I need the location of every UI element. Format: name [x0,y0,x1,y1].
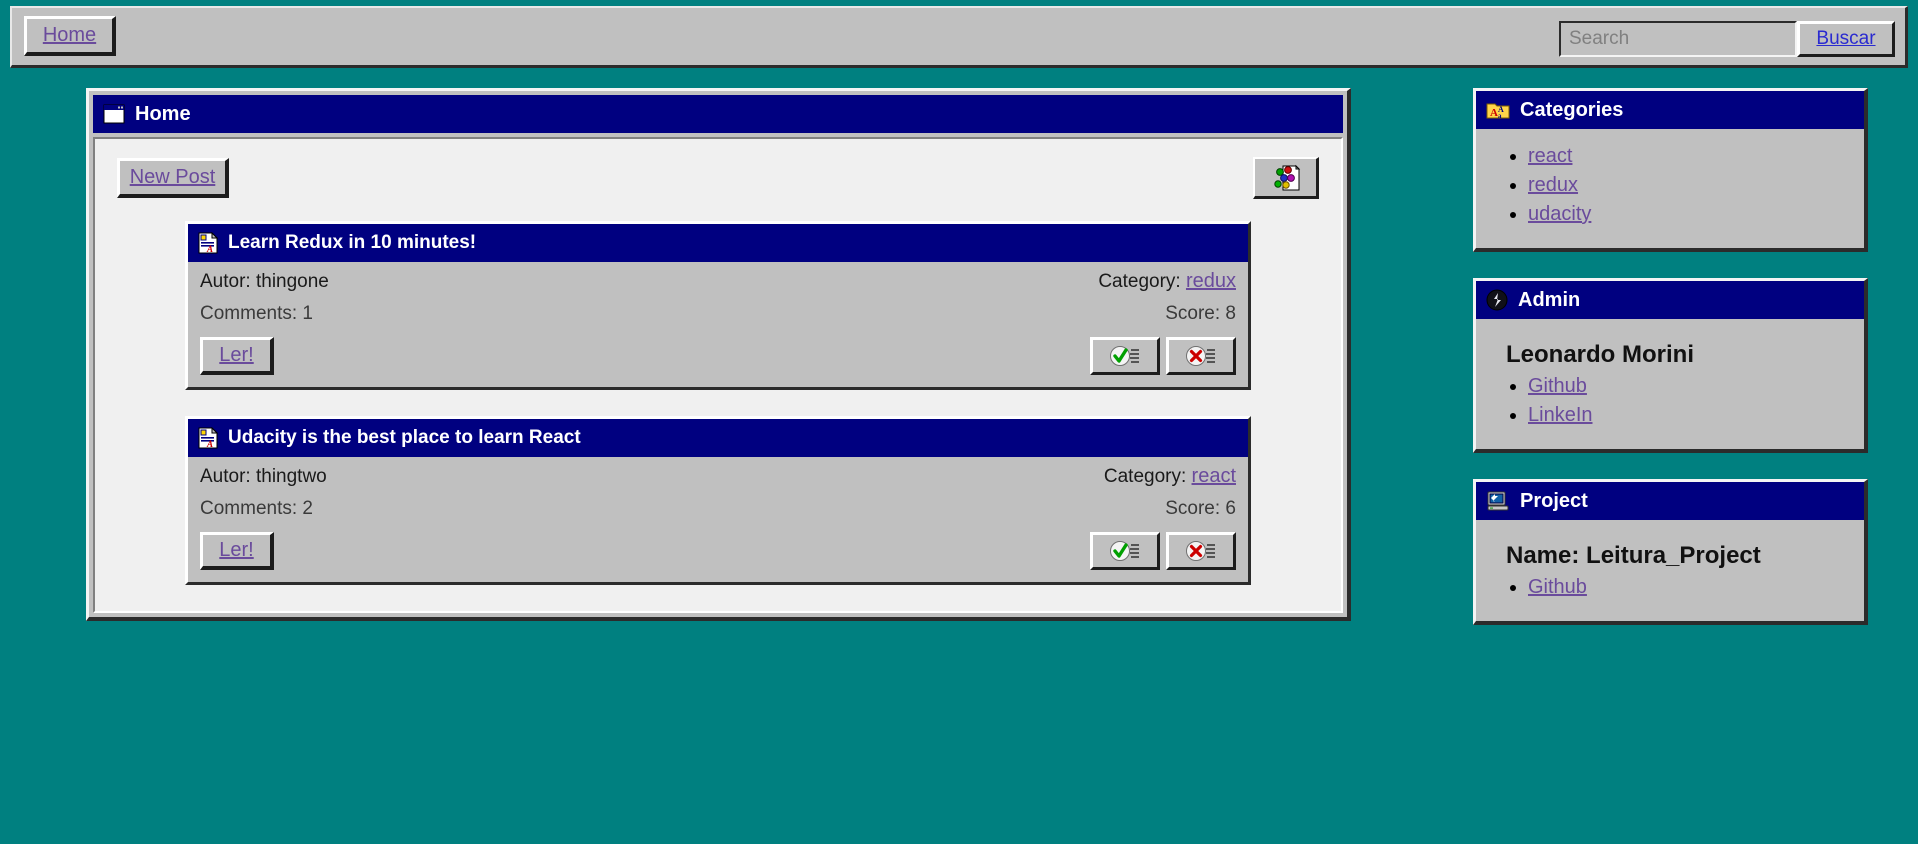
search-input[interactable] [1559,21,1797,57]
new-post-button[interactable]: New Post [117,158,229,198]
categories-panel-body: react redux udacity [1476,129,1864,248]
main-content-area: New Post A Learn Redux in 10 minutes! Au… [93,137,1343,613]
home-button[interactable]: Home [24,16,116,56]
admin-panel-titlebar: Admin [1476,281,1864,319]
post-category-link[interactable]: redux [1186,270,1236,292]
upvote-button[interactable] [1090,337,1160,375]
category-link-react[interactable]: react [1528,145,1572,167]
project-panel-titlebar: Project [1476,482,1864,520]
list-item: Github [1528,375,1858,398]
main-window-title: Home [135,102,191,125]
categories-panel-title: Categories [1520,98,1624,121]
main-window-titlebar: Home [93,95,1343,133]
document-icon: A [198,232,218,254]
downvote-button[interactable] [1166,337,1236,375]
list-item: LinkeIn [1528,404,1858,427]
svg-text:a: a [1498,112,1502,120]
admin-link-github[interactable]: Github [1528,375,1587,397]
check-icon [1108,540,1142,562]
post-card: A Udacity is the best place to learn Rea… [185,416,1251,585]
folder-abc-icon: A A a [1486,100,1510,120]
search-area: Buscar [1559,21,1895,57]
read-post-label: Ler! [219,539,254,561]
upvote-button[interactable] [1090,532,1160,570]
post-meta-row: Autor: thingone Category: redux [200,270,1236,293]
new-post-label: New Post [129,166,216,188]
computer-icon [1486,490,1510,512]
post-card: A Learn Redux in 10 minutes! Autor: thin… [185,221,1251,390]
list-item: redux [1528,174,1858,197]
home-button-label: Home [42,24,97,46]
vote-group [1090,337,1236,375]
categories-panel-titlebar: A A a Categories [1476,91,1864,129]
sort-posts-button[interactable] [1253,157,1319,199]
post-meta-row: Autor: thingtwo Category: react [200,465,1236,488]
cross-icon [1184,540,1218,562]
post-body: Autor: thingone Category: redux Comments… [188,262,1248,387]
read-post-button[interactable]: Ler! [200,337,274,375]
post-toolbar: New Post [117,157,1319,199]
check-icon [1108,345,1142,367]
post-stats-row: Comments: 2 Score: 6 [200,498,1236,520]
post-comments: Comments: 2 [200,498,313,519]
post-category-label: Category: [1098,271,1181,292]
vote-group [1090,532,1236,570]
post-title-text: Udacity is the best place to learn React [228,427,581,448]
post-stats-row: Comments: 1 Score: 8 [200,303,1236,325]
downvote-button[interactable] [1166,532,1236,570]
post-titlebar: A Learn Redux in 10 minutes! [188,224,1248,262]
post-comments: Comments: 1 [200,303,313,324]
category-link-redux[interactable]: redux [1528,174,1578,196]
post-author: Autor: thingone [200,270,329,292]
admin-name: Leonardo Morini [1506,341,1694,368]
post-title-text: Learn Redux in 10 minutes! [228,232,477,253]
post-author: Autor: thingtwo [200,465,327,487]
category-link-udacity[interactable]: udacity [1528,203,1591,225]
list-item: react [1528,145,1858,168]
read-post-label: Ler! [219,344,254,366]
project-link-github[interactable]: Github [1528,576,1587,598]
project-links-list: Github [1482,576,1858,599]
top-toolbar: Home Buscar [10,6,1908,68]
admin-panel: Admin Leonardo Morini Github LinkeIn [1473,278,1868,453]
svg-text:A: A [206,244,213,254]
window-icon [103,104,125,124]
post-score: Score: 6 [1165,498,1236,519]
project-panel-title: Project [1520,489,1588,512]
categories-panel: A A a Categories react redux udacity [1473,88,1868,252]
user-icon [1486,289,1508,311]
post-actions: Ler! [200,337,1236,375]
cross-icon [1184,345,1218,367]
post-category-label: Category: [1103,466,1187,487]
admin-panel-title: Admin [1518,288,1581,311]
project-name: Name: Leitura_Project [1506,542,1761,569]
post-titlebar: A Udacity is the best place to learn Rea… [188,419,1248,457]
post-score: Score: 8 [1165,303,1236,324]
admin-links-list: Github LinkeIn [1482,375,1858,427]
svg-text:A: A [1490,107,1498,119]
sidebar: A A a Categories react redux udacity [1473,88,1868,651]
list-item: Github [1528,576,1858,599]
post-actions: Ler! [200,532,1236,570]
project-panel-body: Name: Leitura_Project Github [1476,520,1864,621]
search-button-label: Buscar [1816,28,1876,49]
post-category-wrap: Category: react [1104,465,1236,488]
read-post-button[interactable]: Ler! [200,532,274,570]
post-category-wrap: Category: redux [1098,270,1236,293]
search-button[interactable]: Buscar [1797,21,1895,57]
post-body: Autor: thingtwo Category: react Comments… [188,457,1248,582]
main-window: Home New Post A Learn Redux in 10 minute… [86,88,1351,621]
sort-posts-icon [1271,163,1301,193]
project-panel: Project Name: Leitura_Project Github [1473,479,1868,625]
svg-text:A: A [206,439,213,449]
document-icon: A [198,427,218,449]
admin-panel-body: Leonardo Morini Github LinkeIn [1476,319,1864,449]
post-category-link[interactable]: react [1192,465,1236,487]
categories-list: react redux udacity [1482,145,1858,226]
list-item: udacity [1528,203,1858,226]
admin-link-linkedin[interactable]: LinkeIn [1528,404,1593,426]
